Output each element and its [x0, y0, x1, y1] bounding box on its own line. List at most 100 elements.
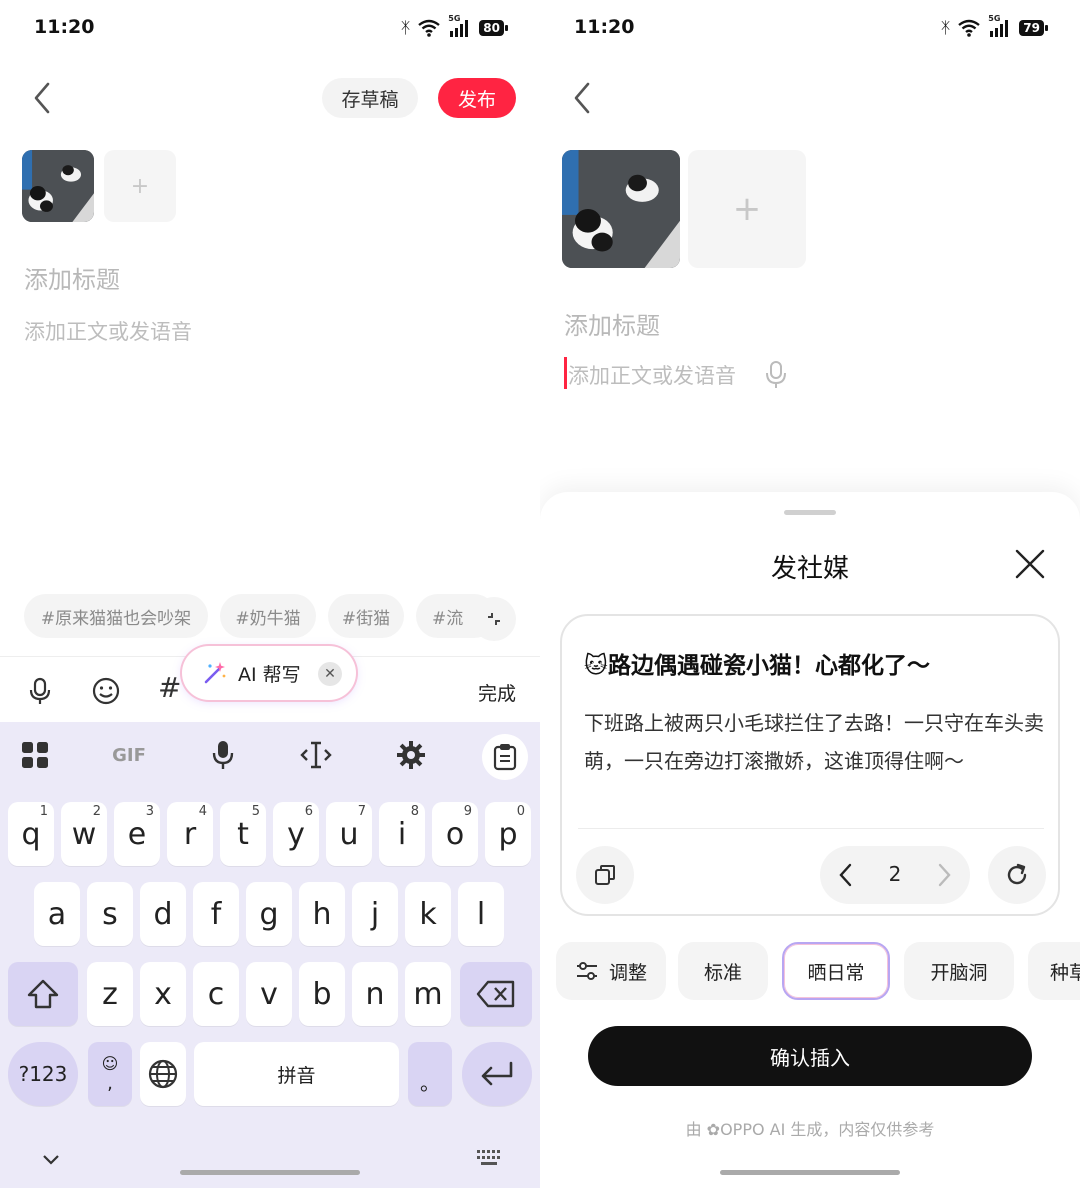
collapse-icon [488, 613, 500, 625]
key-w[interactable]: 2w [61, 802, 107, 866]
keyboard-switch-icon[interactable] [476, 1148, 502, 1170]
key-p[interactable]: 0p [485, 802, 531, 866]
save-draft-button[interactable]: 存草稿 [322, 78, 418, 118]
copy-button[interactable] [576, 846, 634, 904]
publish-button[interactable]: 发布 [438, 78, 516, 118]
key-n[interactable]: n [352, 962, 398, 1026]
style-chip-daily[interactable]: 晒日常 [782, 942, 890, 1000]
voice-input-button[interactable] [24, 675, 56, 707]
style-chip-recommend[interactable]: 种草 [1028, 942, 1080, 1000]
language-key[interactable] [140, 1042, 186, 1106]
ai-write-label: AI 帮写 [238, 663, 301, 686]
globe-icon [148, 1059, 178, 1089]
key-number-hint: 5 [251, 804, 260, 819]
back-button[interactable] [568, 80, 598, 116]
bluetooth-icon: ᛡ [940, 18, 951, 37]
chevron-left-icon [574, 82, 590, 114]
title-placeholder[interactable]: 添加标题 [564, 306, 660, 341]
backspace-key[interactable] [460, 962, 532, 1026]
key-label: e [127, 816, 147, 852]
key-o[interactable]: 9o [432, 802, 478, 866]
key-i[interactable]: 8i [379, 802, 425, 866]
clipboard-icon[interactable] [482, 734, 528, 780]
shift-key[interactable] [8, 962, 78, 1026]
photo-thumbnail[interactable] [22, 150, 94, 222]
key-f[interactable]: f [193, 882, 239, 946]
key-label: o [445, 816, 465, 852]
symbols-key[interactable]: ?123 [8, 1042, 78, 1106]
cursor-control-icon[interactable] [298, 740, 334, 770]
key-j[interactable]: j [352, 882, 398, 946]
key-number-hint: 8 [410, 804, 419, 819]
keyboard: GIF 1q2w3e4r5t6y7u8i9o0p asdfghjkl zxcvb… [0, 722, 540, 1188]
key-a[interactable]: a [34, 882, 80, 946]
key-label: w [71, 816, 97, 852]
key-r[interactable]: 4r [167, 802, 213, 866]
key-h[interactable]: h [299, 882, 345, 946]
key-m[interactable]: m [405, 962, 451, 1026]
sliders-icon [576, 962, 597, 980]
wifi-icon [957, 19, 981, 37]
sheet-title: 发社媒 [770, 554, 849, 584]
enter-key[interactable] [462, 1042, 532, 1106]
space-key[interactable]: 拼音 [194, 1042, 399, 1106]
body-placeholder[interactable]: 添加正文或发语音 [568, 360, 736, 390]
key-t[interactable]: 5t [220, 802, 266, 866]
microphone-icon[interactable] [765, 360, 787, 390]
key-c[interactable]: c [193, 962, 239, 1026]
sheet-grabber[interactable] [784, 510, 836, 515]
plus-icon: + [130, 173, 150, 199]
title-placeholder[interactable]: 添加标题 [24, 260, 120, 295]
microphone-icon[interactable] [206, 740, 240, 770]
key-u[interactable]: 7u [326, 802, 372, 866]
key-s[interactable]: s [87, 882, 133, 946]
close-icon[interactable]: ✕ [318, 662, 342, 686]
status-icons: ᛡ 5G 80 [401, 14, 508, 37]
key-e[interactable]: 3e [114, 802, 160, 866]
key-label: t [237, 816, 249, 852]
regenerate-button[interactable] [988, 846, 1046, 904]
style-chip-standard[interactable]: 标准 [678, 942, 768, 1000]
right-screen: 11:20 ᛡ 5G 79 + 添加标题 添加正文或发语音 发社媒 🐱路边偶遇碰… [540, 0, 1080, 1188]
key-k[interactable]: k [405, 882, 451, 946]
confirm-insert-button[interactable]: 确认插入 [588, 1026, 1032, 1086]
add-photo-button[interactable]: + [104, 150, 176, 222]
key-number-hint: 4 [198, 804, 207, 819]
topic-tag[interactable]: #原来猫猫也会吵架 [24, 594, 208, 638]
period-key[interactable]: 。 [408, 1042, 452, 1106]
topic-tag[interactable]: #街猫 [328, 594, 404, 638]
photo-thumbnail[interactable] [562, 150, 680, 268]
emoji-button[interactable] [90, 675, 122, 707]
hide-keyboard-icon[interactable] [40, 1152, 62, 1171]
next-version-button[interactable] [936, 862, 952, 892]
done-button[interactable]: 完成 [478, 679, 516, 706]
shift-icon [27, 979, 59, 1009]
ai-write-button[interactable]: AI 帮写 ✕ [182, 646, 356, 700]
topic-tag[interactable]: #奶牛猫 [220, 594, 316, 638]
key-l[interactable]: l [458, 882, 504, 946]
adjust-chip[interactable]: 调整 [556, 942, 666, 1000]
key-q[interactable]: 1q [8, 802, 54, 866]
key-label: q [21, 816, 41, 852]
social-post-sheet: 发社媒 🐱路边偶遇碰瓷小猫！心都化了～ 下班路上被两只小毛球拦住了去路！一只守在… [540, 492, 1080, 1188]
key-d[interactable]: d [140, 882, 186, 946]
close-button[interactable] [1014, 548, 1046, 580]
back-button[interactable] [28, 80, 58, 116]
emoji-comma-key[interactable]: ☺ , [88, 1042, 132, 1106]
style-chip-brainstorm[interactable]: 开脑洞 [904, 942, 1014, 1000]
apps-grid-icon[interactable] [18, 740, 52, 770]
key-x[interactable]: x [140, 962, 186, 1026]
gif-button[interactable]: GIF [104, 740, 154, 770]
key-v[interactable]: v [246, 962, 292, 1026]
body-placeholder[interactable]: 添加正文或发语音 [24, 316, 192, 346]
key-g[interactable]: g [246, 882, 292, 946]
key-b[interactable]: b [299, 962, 345, 1026]
key-z[interactable]: z [87, 962, 133, 1026]
left-screen: 11:20 ᛡ 5G 80 存草稿 发布 + 添加标题 添加正文或发语音 #原来… [0, 0, 540, 1188]
key-y[interactable]: 6y [273, 802, 319, 866]
settings-gear-icon[interactable] [394, 740, 428, 770]
home-indicator [720, 1170, 900, 1175]
add-photo-button[interactable]: + [688, 150, 806, 268]
collapse-button[interactable] [472, 597, 516, 641]
cellular-icon: 5G [448, 14, 472, 37]
